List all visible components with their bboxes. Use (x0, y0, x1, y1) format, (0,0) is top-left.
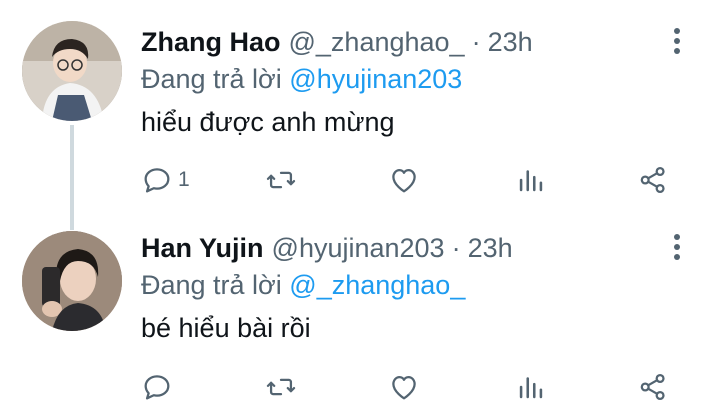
avatar[interactable] (22, 21, 122, 121)
tweet-header: Han Yujin @hyujinan203 · 23h (141, 233, 513, 269)
like-button[interactable] (387, 160, 421, 200)
share-button[interactable] (636, 160, 670, 200)
heart-icon (392, 375, 416, 400)
tweet-actions: 1 (0, 160, 720, 200)
views-button[interactable] (514, 160, 548, 200)
tweet[interactable]: Zhang Hao @_zhanghao_ · 23h Đang trả lời… (0, 0, 720, 204)
share-icon (640, 373, 665, 401)
retweet-button[interactable] (264, 367, 298, 407)
tweet-text: bé hiểu bài rồi (141, 313, 311, 343)
timestamp[interactable]: 23h (468, 233, 513, 264)
more-options-button[interactable] (666, 230, 688, 264)
tweet-text: hiểu được anh mừng (141, 107, 395, 137)
replying-to-mention[interactable]: @hyujinan203 (289, 64, 462, 94)
reply-icon (144, 375, 170, 400)
more-options-button[interactable] (666, 24, 688, 58)
replying-to-label: Đang trả lời (141, 270, 282, 300)
views-button[interactable] (514, 367, 548, 407)
reply-button[interactable] (140, 367, 178, 407)
avatar[interactable] (22, 231, 122, 331)
retweet-icon (266, 378, 296, 396)
share-button[interactable] (636, 367, 670, 407)
timestamp[interactable]: 23h (488, 27, 533, 58)
analytics-icon (519, 377, 543, 399)
author-name[interactable]: Zhang Hao (141, 27, 281, 58)
separator-dot: · (451, 233, 461, 263)
avatar-image (22, 231, 122, 331)
replying-to-mention[interactable]: @_zhanghao_ (289, 270, 465, 300)
tweet-header: Zhang Hao @_zhanghao_ · 23h (141, 27, 533, 63)
retweet-icon (266, 171, 296, 189)
author-name[interactable]: Han Yujin (141, 233, 264, 264)
replying-to: Đang trả lời @hyujinan203 (141, 64, 462, 95)
reply-count: 1 (178, 168, 190, 191)
tweet[interactable]: Han Yujin @hyujinan203 · 23h Đang trả lờ… (0, 210, 720, 408)
reply-button[interactable]: 1 (140, 160, 190, 200)
tweet-actions (0, 367, 720, 407)
analytics-icon (519, 170, 543, 192)
heart-icon (392, 168, 416, 193)
author-handle[interactable]: @_zhanghao_ (289, 27, 465, 58)
author-handle[interactable]: @hyujinan203 (272, 233, 445, 264)
retweet-button[interactable] (264, 160, 298, 200)
share-icon (640, 166, 665, 194)
like-button[interactable] (387, 367, 421, 407)
reply-icon (144, 168, 170, 193)
replying-to-label: Đang trả lời (141, 64, 282, 94)
avatar-image (22, 21, 122, 121)
replying-to: Đang trả lời @_zhanghao_ (141, 270, 465, 301)
separator-dot: · (471, 27, 481, 57)
